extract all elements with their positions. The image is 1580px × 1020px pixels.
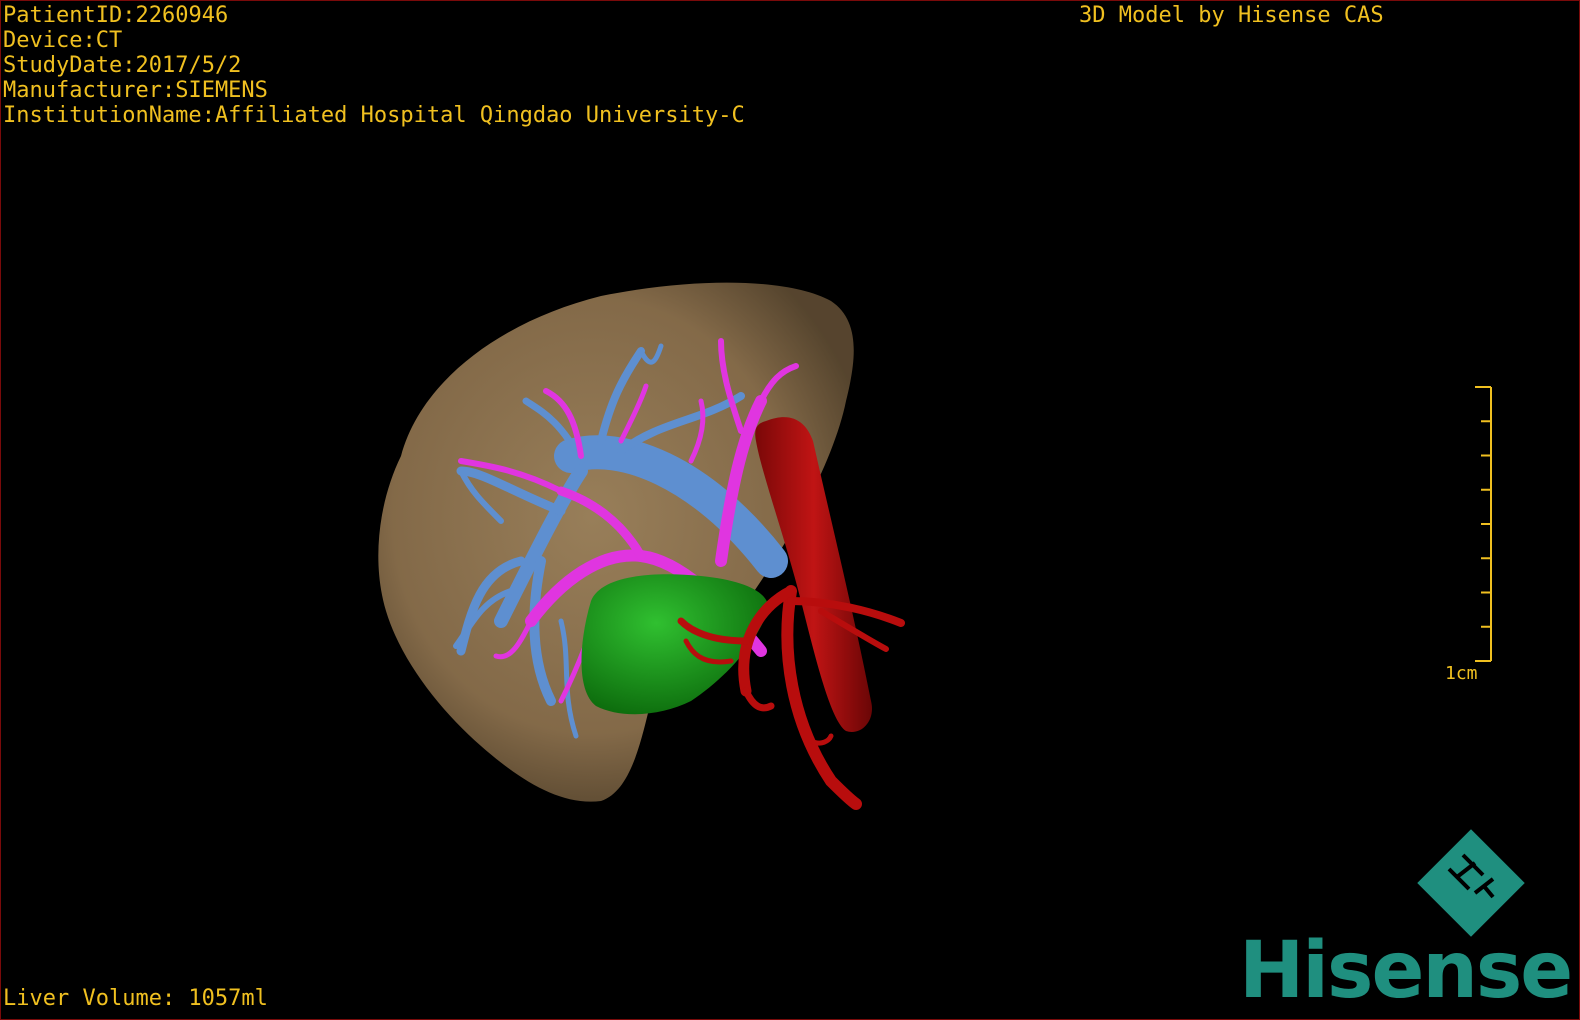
patient-info-value: SIEMENS <box>175 78 268 103</box>
patient-info-line: InstitutionName:Affiliated Hospital Qing… <box>3 103 745 128</box>
liver-volume-label: Liver Volume: 1057ml <box>3 986 268 1011</box>
patient-info-label: Manufacturer <box>3 78 162 103</box>
patient-info-separator: : <box>122 3 136 28</box>
patient-info-separator: : <box>122 53 136 78</box>
patient-info-label: PatientID <box>3 3 123 28</box>
liver-3d-model[interactable] <box>1 1 1579 1019</box>
model-credit-label: 3D Model by Hisense CAS <box>1079 3 1384 28</box>
patient-info-value: 2017/5/2 <box>135 53 242 78</box>
patient-info-label: Device <box>3 28 83 53</box>
scale-label: 1cm <box>1445 663 1478 684</box>
patient-info-label: StudyDate <box>3 53 123 78</box>
patient-info-value: CT <box>95 28 123 53</box>
patient-info-line: Device:CT <box>3 28 745 53</box>
render-viewport[interactable]: PatientID:2260946 Device:CT StudyDate:2017… <box>0 0 1580 1020</box>
scale-bar <box>1475 386 1492 662</box>
patient-info-separator: : <box>161 78 176 103</box>
patient-info-panel: PatientID:2260946 Device:CT StudyDate:2017… <box>3 3 745 128</box>
patient-info-value: 2260946 <box>135 3 229 28</box>
patient-info-value: Affiliated Hospital Qingdao University-C <box>214 103 745 128</box>
patient-info-separator: : <box>82 28 96 53</box>
patient-info-line: Manufacturer:SIEMENS <box>3 78 745 103</box>
patient-info-label: InstitutionName <box>3 103 202 128</box>
patient-info-line: StudyDate:2017/5/2 <box>3 53 745 78</box>
patient-info-separator: : <box>201 103 215 128</box>
patient-info-line: PatientID:2260946 <box>3 3 745 28</box>
hisense-logo-wordmark: Hisense <box>1239 926 1573 1016</box>
liver-surface <box>378 282 854 802</box>
